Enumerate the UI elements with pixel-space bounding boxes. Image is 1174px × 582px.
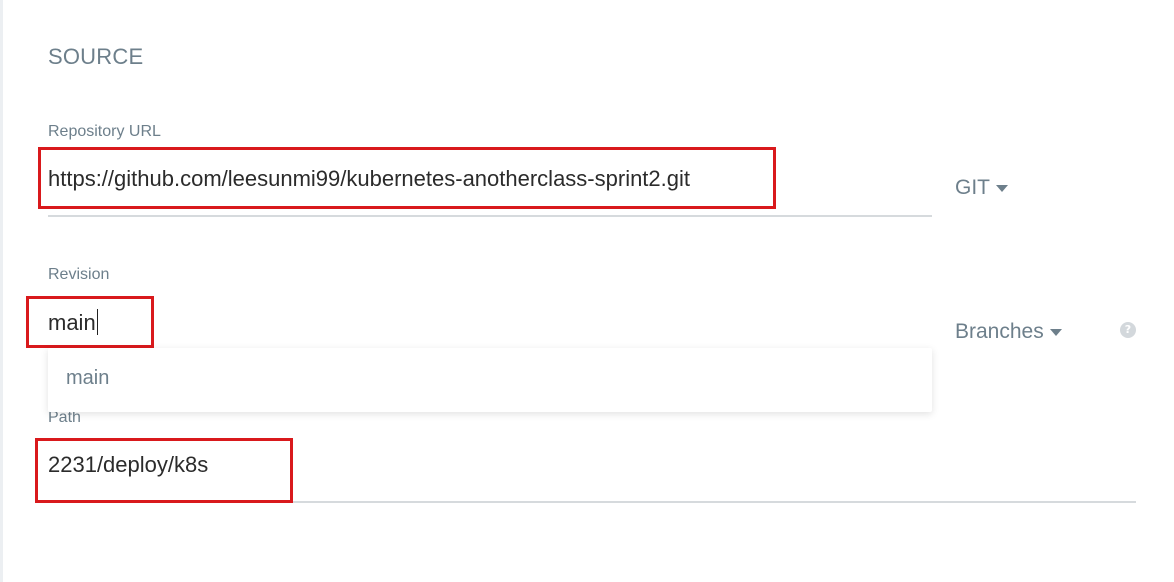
revision-label: Revision (48, 266, 110, 283)
section-title: SOURCE (48, 44, 144, 69)
panel-left-border (0, 0, 3, 582)
repository-type-select[interactable]: GIT (955, 176, 1008, 200)
revision-type-label: Branches (955, 320, 1044, 343)
help-icon[interactable]: ? (1120, 322, 1136, 338)
revision-type-select[interactable]: Branches (955, 320, 1062, 344)
repository-url-highlight-box (38, 147, 776, 209)
revision-suggestions-dropdown: main (48, 348, 932, 412)
caret-down-icon (996, 184, 1008, 192)
revision-highlight-box (26, 296, 154, 348)
suggestion-item[interactable]: main (66, 367, 109, 390)
repository-url-underline (48, 215, 932, 217)
repository-type-label: GIT (955, 176, 990, 199)
path-highlight-box (35, 438, 293, 503)
repository-url-label: Repository URL (48, 123, 161, 140)
caret-down-icon (1049, 328, 1062, 336)
